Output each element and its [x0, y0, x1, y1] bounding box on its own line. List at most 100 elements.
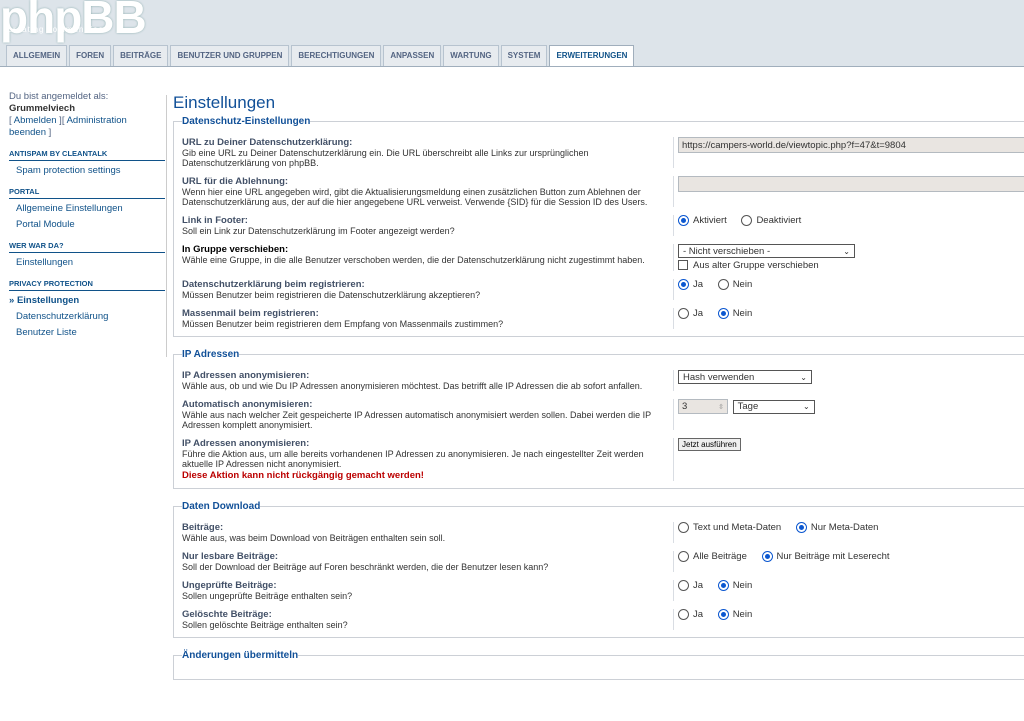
setting-label: IP Adressen anonymisieren:	[182, 438, 310, 449]
tab-anpassen[interactable]: ANPASSEN	[383, 45, 442, 66]
readable-only-radio[interactable]: Nur Beiträge mit Leserecht	[761, 551, 890, 562]
sidebar-section-portal: PORTAL	[9, 187, 165, 199]
setting-row: Ungeprüfte Beiträge: Sollen ungeprüfte Be…	[182, 575, 1024, 604]
logout-link[interactable]: Abmelden	[14, 115, 57, 126]
group-select[interactable]: - Nicht verschieben - ⌄	[678, 244, 855, 258]
sidebar-item-werwarda-settings[interactable]: Einstellungen	[16, 257, 165, 269]
radio-icon	[678, 609, 689, 620]
massmail-no-radio[interactable]: Nein	[717, 308, 752, 319]
setting-row: IP Adressen anonymisieren: Wähle aus, ob …	[182, 365, 1024, 394]
main-tabs: ALLGEMEIN FOREN BEITRÄGE BENUTZER UND GR…	[6, 45, 635, 67]
ip-legend: IP Adressen	[182, 349, 240, 360]
tab-allgemein[interactable]: ALLGEMEIN	[6, 45, 68, 66]
sidebar-section-werwarda: WER WAR DA?	[9, 241, 165, 253]
tab-erweiterungen[interactable]: ERWEITERUNGEN	[549, 45, 635, 67]
setting-desc: Müssen Benutzer beim registrieren die Da…	[182, 290, 481, 300]
setting-label: Ungeprüfte Beiträge:	[182, 580, 277, 591]
setting-label: Nur lesbare Beiträge:	[182, 551, 279, 562]
chevron-down-icon: ⌄	[800, 372, 807, 382]
setting-row: URL zu Deiner Datenschutzerklärung: Gib e…	[182, 132, 1024, 171]
register-yes-radio[interactable]: Ja	[678, 279, 703, 290]
setting-label: URL für die Ablehnung:	[182, 176, 289, 187]
footer-off-radio[interactable]: Deaktiviert	[741, 215, 801, 226]
privacy-fieldset: Datenschutz-Einstellungen URL zu Deiner …	[173, 116, 1024, 337]
ip-fieldset: IP Adressen IP Adressen anonymisieren: Wä…	[173, 349, 1024, 489]
radio-icon	[678, 580, 689, 591]
deleted-yes-radio[interactable]: Ja	[678, 609, 703, 620]
register-no-radio[interactable]: Nein	[717, 279, 752, 290]
radio-checked-icon	[717, 609, 729, 620]
anonymize-select[interactable]: Hash verwenden ⌄	[678, 370, 812, 384]
tab-wartung[interactable]: WARTUNG	[443, 45, 499, 66]
phpbb-logo: phpBB	[0, 0, 147, 43]
unapproved-no-radio[interactable]: Nein	[717, 580, 752, 591]
tab-berechtigungen[interactable]: BERECHTIGUNGEN	[291, 45, 382, 66]
submit-fieldset: Änderungen übermitteln	[173, 650, 1024, 680]
sidebar-item-portal-modules[interactable]: Portal Module	[16, 219, 165, 231]
setting-label: Link in Footer:	[182, 215, 248, 226]
setting-desc: Wähle eine Gruppe, in die alle Benutzer …	[182, 255, 645, 265]
auto-anonymize-unit-select[interactable]: Tage ⌄	[732, 399, 815, 414]
setting-row: Massenmail beim registrieren: Müssen Benu…	[182, 303, 1024, 332]
chevron-down-icon: ⌄	[843, 246, 850, 256]
old-group-checkbox[interactable]: Aus alter Gruppe verschieben	[678, 260, 819, 271]
sidebar-section-privacy: PRIVACY PROTECTION	[9, 279, 165, 291]
download-fieldset: Daten Download Beiträge: Wähle aus, was b…	[173, 501, 1024, 638]
reject-url-input[interactable]	[678, 176, 1024, 192]
sidebar-item-spam-settings[interactable]: Spam protection settings	[16, 165, 165, 177]
privacy-url-input[interactable]	[678, 137, 1024, 153]
unapproved-yes-radio[interactable]: Ja	[678, 580, 703, 591]
setting-label: Datenschutzerklärung beim registrieren:	[182, 279, 365, 290]
setting-label: In Gruppe verschieben:	[182, 244, 289, 255]
setting-desc: Führe die Aktion aus, um alle bereits vo…	[182, 449, 644, 469]
radio-icon	[741, 215, 753, 226]
setting-label: IP Adressen anonymisieren:	[182, 370, 310, 381]
setting-desc: Wenn hier eine URL angegeben wird, gibt …	[182, 187, 648, 207]
radio-icon	[678, 522, 689, 533]
setting-row: IP Adressen anonymisieren: Führe die Akti…	[182, 433, 1024, 484]
setting-label: Automatisch anonymisieren:	[182, 399, 313, 410]
run-now-button[interactable]: Jetzt ausführen	[678, 438, 741, 451]
auto-anonymize-stepper[interactable]: 3 ⇳	[678, 399, 728, 414]
radio-checked-icon	[795, 522, 807, 533]
sidebar-item-privacy-policy[interactable]: Datenschutzerklärung	[16, 311, 165, 323]
username: Grummelviech	[9, 103, 75, 114]
readable-all-radio[interactable]: Alle Beiträge	[678, 551, 747, 562]
setting-row: Datenschutzerklärung beim registrieren: M…	[182, 274, 1024, 303]
setting-desc: Wähle aus, ob und wie Du IP Adressen ano…	[182, 381, 643, 391]
privacy-legend: Datenschutz-Einstellungen	[182, 116, 311, 127]
setting-label: Gelöschte Beiträge:	[182, 609, 272, 620]
chevron-down-icon: ⌄	[802, 402, 810, 411]
massmail-yes-radio[interactable]: Ja	[678, 308, 703, 319]
sidebar-section-antispam: ANTISPAM BY CLEANTALK	[9, 149, 165, 161]
setting-desc: Wähle aus, was beim Download von Beiträg…	[182, 533, 446, 543]
setting-label: URL zu Deiner Datenschutzerklärung:	[182, 137, 353, 148]
sidebar-item-privacy-settings[interactable]: Einstellungen	[9, 295, 165, 307]
posts-meta-only-radio[interactable]: Nur Meta-Daten	[795, 522, 878, 533]
footer-on-radio[interactable]: Aktiviert	[678, 215, 727, 226]
setting-desc: Müssen Benutzer beim registrieren dem Em…	[182, 319, 504, 329]
stepper-arrows-icon: ⇳	[718, 403, 724, 411]
header: phpBB creating communities ALLGEMEIN FOR…	[0, 0, 1024, 67]
login-info: Du bist angemeldet als: Grummelviech [ A…	[9, 91, 165, 139]
sidebar-item-portal-settings[interactable]: Allgemeine Einstellungen	[16, 203, 165, 215]
sidebar-item-user-list[interactable]: Benutzer Liste	[16, 327, 165, 339]
posts-text-meta-radio[interactable]: Text und Meta-Daten	[678, 522, 781, 533]
setting-row: Beiträge: Wähle aus, was beim Download vo…	[182, 517, 1024, 546]
tab-system[interactable]: SYSTEM	[500, 45, 548, 66]
sidebar: Du bist angemeldet als: Grummelviech [ A…	[9, 91, 165, 339]
radio-checked-icon	[678, 279, 689, 290]
setting-row: Nur lesbare Beiträge: Soll der Download d…	[182, 546, 1024, 575]
radio-checked-icon	[761, 551, 773, 562]
main-panel: Einstellungen Datenschutz-Einstellungen …	[173, 93, 1024, 692]
setting-desc: Sollen gelöschte Beiträge enthalten sein…	[182, 620, 348, 630]
setting-row: Link in Footer: Soll ein Link zur Datensc…	[182, 210, 1024, 239]
setting-label: Beiträge:	[182, 522, 224, 533]
tab-benutzer-gruppen[interactable]: BENUTZER UND GRUPPEN	[170, 45, 290, 66]
deleted-no-radio[interactable]: Nein	[717, 609, 752, 620]
tab-beitraege[interactable]: BEITRÄGE	[113, 45, 169, 66]
radio-checked-icon	[717, 580, 729, 591]
setting-desc: Wähle aus nach welcher Zeit gespeicherte…	[182, 410, 651, 430]
tab-foren[interactable]: FOREN	[69, 45, 112, 66]
radio-icon	[678, 308, 689, 319]
